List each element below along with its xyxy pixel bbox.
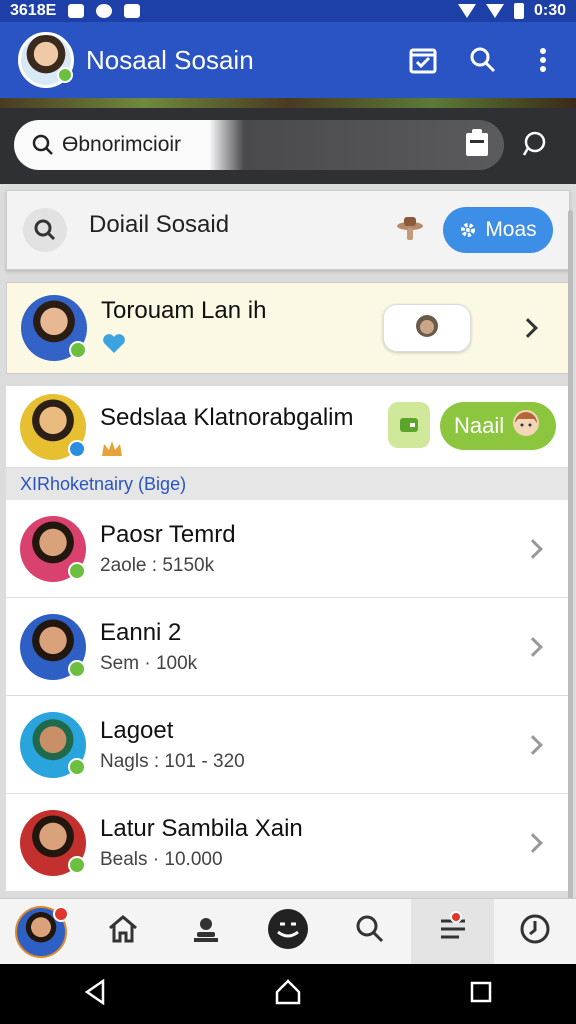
avatar — [20, 809, 86, 876]
status-left-text: 3618E — [10, 2, 57, 19]
heart-icon — [101, 333, 266, 360]
status-bar: 3618E 0:30 — [0, 0, 576, 22]
face-icon — [414, 313, 440, 344]
search-icon — [32, 134, 54, 156]
avatar — [20, 515, 86, 582]
home-icon — [107, 914, 139, 949]
list-item[interactable]: Lagoet Nagls : 101 - 320 — [6, 696, 570, 794]
more-button[interactable]: Moas — [443, 207, 553, 253]
nail-button[interactable]: Naail — [440, 402, 556, 450]
row-name: Lagoet — [100, 716, 174, 744]
row-name: Eanni 2 — [100, 618, 182, 646]
emoji-icon — [267, 908, 309, 955]
chevron-right-icon[interactable] — [523, 734, 543, 755]
list-item[interactable]: Latur Sambila Xain Beals · 10.000 — [6, 794, 570, 892]
verified-badge-icon — [69, 341, 87, 359]
nav-profile[interactable] — [0, 899, 82, 965]
app-title: Nosaal Sosain — [86, 44, 254, 75]
nav-user[interactable] — [165, 899, 247, 965]
clipboard-icon[interactable] — [464, 128, 490, 163]
search-icon[interactable] — [468, 45, 498, 75]
row-name: Torouam Lan ih — [101, 296, 267, 324]
chat-icon — [96, 4, 113, 18]
media-icon — [124, 4, 141, 18]
signal-icon — [457, 4, 476, 18]
crown-icon — [100, 438, 354, 465]
reaction-chip[interactable] — [383, 304, 471, 352]
bottom-nav — [0, 898, 576, 965]
section-header: XIRhoketnairy (Bige) — [6, 468, 570, 500]
app-bar: Nosaal Sosain — [0, 22, 576, 98]
gear-icon — [459, 221, 477, 239]
row-name: Sedslaa Klatnorabgalim — [100, 404, 354, 431]
chat-bubble-icon[interactable] — [520, 130, 548, 163]
verified-badge-icon — [57, 67, 73, 83]
avatar — [20, 394, 86, 460]
notification-badge-icon — [53, 905, 70, 922]
nail-button-label: Naail — [454, 413, 505, 438]
nav-home[interactable] — [82, 899, 164, 965]
verified-badge-icon — [68, 561, 86, 580]
nav-emoji[interactable] — [247, 899, 329, 965]
hat-icon[interactable] — [395, 214, 425, 247]
chevron-right-icon[interactable] — [523, 636, 543, 657]
avatar — [21, 295, 87, 361]
search-strip: Ɵbnorimcioir — [0, 108, 576, 184]
chevron-right-icon[interactable] — [523, 832, 543, 853]
detail-card: Doiail Sosaid Moas — [6, 190, 570, 270]
wifi-icon — [485, 4, 504, 18]
row-subtitle: 2aole : 5150k — [100, 554, 215, 576]
nav-search[interactable] — [329, 899, 411, 965]
verified-badge-icon — [68, 440, 86, 458]
list-item[interactable]: Eanni 2 Sem · 100k — [6, 598, 570, 696]
chevron-right-icon[interactable] — [523, 538, 543, 559]
chevron-right-icon[interactable] — [518, 318, 538, 338]
list-item[interactable]: Sedslaa Klatnorabgalim Naail — [6, 386, 570, 468]
nav-list[interactable] — [411, 898, 494, 965]
verified-badge-icon — [68, 757, 86, 776]
system-nav-bar — [0, 964, 576, 1024]
profile-avatar — [15, 905, 70, 958]
battery-icon — [513, 3, 524, 19]
recents-icon[interactable] — [469, 980, 493, 1009]
scrollbar[interactable] — [568, 210, 573, 900]
search-icon[interactable] — [23, 208, 67, 252]
search-input[interactable]: Ɵbnorimcioir — [62, 133, 181, 157]
list-item[interactable]: Paosr Temrd 2aole : 5150k — [6, 500, 570, 598]
search-bar[interactable]: Ɵbnorimcioir — [14, 120, 504, 170]
notification-badge-icon — [449, 910, 462, 923]
avatar — [20, 711, 86, 778]
clock-icon — [519, 913, 551, 950]
row-subtitle: Nagls : 101 - 320 — [100, 750, 245, 772]
more-button-label: Moas — [485, 218, 537, 241]
list-item[interactable]: Torouam Lan ih — [6, 282, 570, 374]
status-time: 0:30 — [533, 2, 566, 19]
notification-icon — [68, 4, 85, 18]
home-icon[interactable] — [274, 978, 302, 1010]
girl-avatar-icon — [512, 409, 540, 443]
message-icon[interactable] — [388, 402, 430, 448]
row-name: Paosr Temrd — [100, 520, 236, 548]
header-banner — [0, 98, 576, 108]
row-subtitle: Sem · 100k — [100, 652, 198, 674]
calendar-check-icon[interactable] — [408, 45, 438, 75]
verified-badge-icon — [68, 659, 86, 678]
detail-title: Doiail Sosaid — [89, 211, 230, 238]
more-vert-icon[interactable] — [528, 45, 558, 75]
search-icon — [355, 914, 385, 949]
back-icon[interactable] — [83, 978, 107, 1010]
row-name: Latur Sambila Xain — [100, 814, 303, 842]
avatar — [20, 613, 86, 680]
user-stamp-icon — [191, 914, 221, 949]
profile-avatar[interactable] — [18, 32, 74, 88]
row-subtitle: Beals · 10.000 — [100, 848, 223, 870]
verified-badge-icon — [68, 855, 86, 874]
nav-clock[interactable] — [494, 899, 576, 965]
